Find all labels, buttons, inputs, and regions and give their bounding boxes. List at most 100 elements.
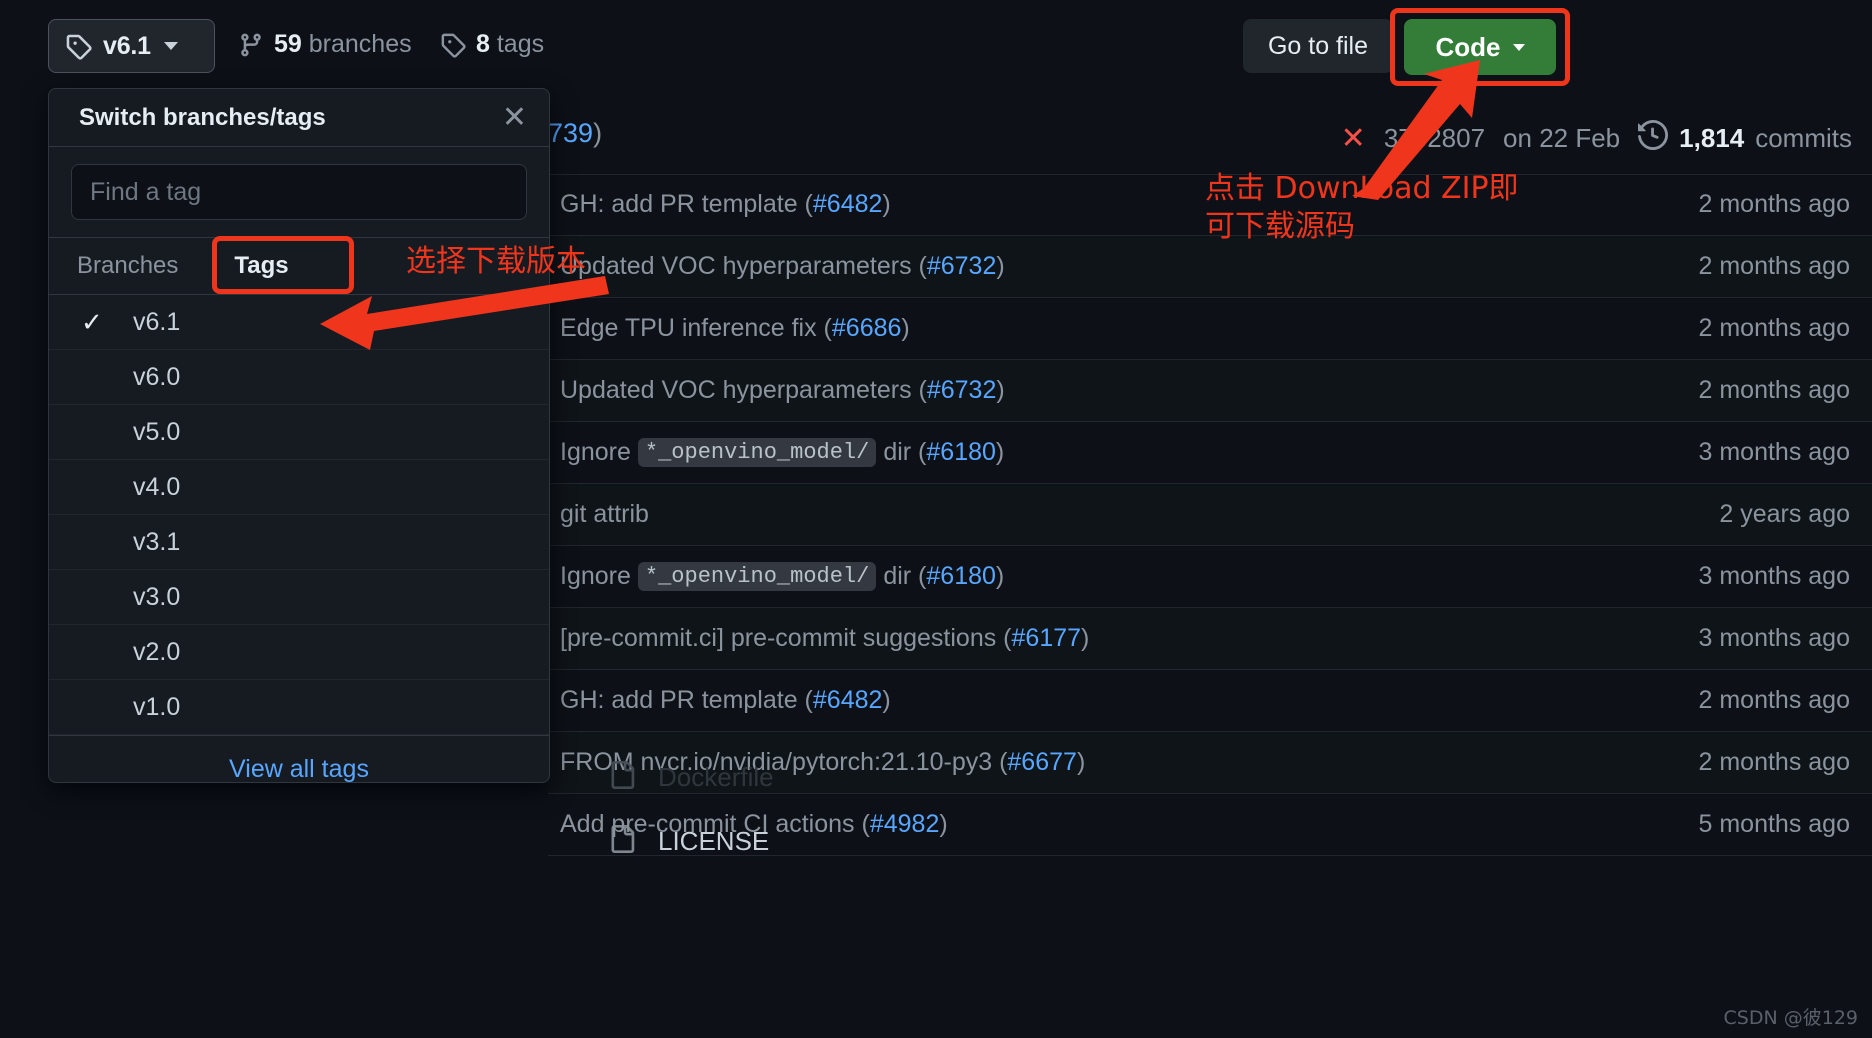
table-row[interactable]: Edge TPU inference fix (#6686) 2 months a… [548, 298, 1872, 360]
pr-link[interactable]: #6732 [927, 252, 997, 281]
commit-message[interactable]: Ignore *_openvino_model/ dir (#6180) [560, 438, 1004, 467]
commit-message-paren: ) [995, 438, 1005, 466]
commit-message-text: GH: add PR template ( [560, 686, 813, 714]
file-icon [608, 824, 636, 858]
tag-list-item[interactable]: v6.0 [49, 350, 549, 405]
tags-count-value: 8 tags [476, 30, 545, 58]
check-icon: ✓ [81, 306, 103, 337]
commit-time: 3 months ago [1698, 624, 1851, 652]
latest-commit-bar: 739) ✕ 3752807 on 22 Feb 1,814 commits [548, 96, 1872, 175]
view-all-tags-link[interactable]: View all tags [49, 735, 549, 783]
table-row[interactable]: [pre-commit.ci] pre-commit suggestions (… [548, 608, 1872, 670]
tag-list-item[interactable]: v3.1 [49, 515, 549, 570]
branches-count-value: 59 branches [274, 30, 412, 58]
switch-branches-tags-popover: Switch branches/tags ✕ Branches Tags ✓v6… [48, 88, 550, 783]
pr-link[interactable]: #6177 [1012, 624, 1082, 653]
commit-message-text: Updated VOC hyperparameters ( [560, 376, 927, 404]
latest-commit-pr: 739 [548, 118, 594, 148]
table-row[interactable]: Updated VOC hyperparameters (#6732) 2 mon… [548, 360, 1872, 422]
file-row-license[interactable]: LICENSE [548, 810, 1872, 872]
tag-list-item[interactable]: v2.0 [49, 625, 549, 680]
commit-time: 2 months ago [1698, 190, 1851, 218]
commit-time: 2 months ago [1698, 314, 1851, 342]
tag-name: v6.0 [133, 362, 181, 391]
view-all-tags-label: View all tags [229, 754, 369, 783]
commit-message-paren: ) [1081, 624, 1090, 652]
commit-time: 2 months ago [1698, 376, 1851, 404]
tag-icon [65, 33, 92, 60]
repo-toolbar: v6.1 59 branches 8 tags Go to file Code [0, 0, 1872, 96]
annotation-line-2: 可下载源码 [1205, 209, 1355, 245]
file-row-dockerfile[interactable]: Dockerfile [548, 746, 1872, 808]
commit-message-text: GH: add PR template ( [560, 190, 813, 218]
github-repo-screenshot: v6.1 59 branches 8 tags Go to file Code … [0, 0, 1872, 1038]
tag-name: v5.0 [133, 417, 181, 446]
table-row[interactable]: git attrib 2 years ago [548, 484, 1872, 546]
tag-list: ✓ v6.1 v6.0 v5.0 v4.0 v3.1 v3.0 v2.0 v1.0 [49, 295, 549, 735]
tag-name: v2.0 [133, 637, 181, 666]
pr-link[interactable]: #6180 [926, 562, 996, 591]
commit-message[interactable]: GH: add PR template (#6482) [560, 686, 891, 715]
file-name: Dockerfile [658, 761, 774, 792]
commit-message-paren: ) [901, 314, 910, 342]
tag-list-item[interactable]: v5.0 [49, 405, 549, 460]
file-icon [608, 760, 636, 794]
table-row[interactable]: GH: add PR template (#6482) 2 months ago [548, 670, 1872, 732]
inline-code-chip: *_openvino_model/ [637, 438, 877, 467]
annotation-arrow-to-tags [320, 276, 609, 350]
tag-name: v3.1 [133, 527, 181, 556]
chevron-down-icon [163, 42, 178, 50]
commit-time: 2 months ago [1698, 686, 1851, 714]
commit-message[interactable]: Updated VOC hyperparameters (#6732) [560, 376, 1005, 405]
pr-link[interactable]: #6686 [832, 314, 902, 343]
commit-message-text: [pre-commit.ci] pre-commit suggestions ( [560, 624, 1012, 652]
tag-search-input[interactable] [71, 164, 527, 220]
watermark: CSDN @彼129 [1723, 1007, 1858, 1029]
pr-link[interactable]: #6732 [927, 376, 997, 405]
tag-list-item[interactable]: v3.0 [49, 570, 549, 625]
commit-message-text: Ignore [560, 438, 631, 466]
commit-date: on 22 Feb [1503, 123, 1621, 153]
file-name: LICENSE [658, 825, 770, 856]
tag-list-item[interactable]: v1.0 [49, 680, 549, 735]
popover-title: Switch branches/tags [79, 103, 326, 131]
commit-message[interactable]: Ignore *_openvino_model/ dir (#6180) [560, 562, 1004, 591]
tags-count[interactable]: 8 tags [440, 30, 544, 59]
commit-message[interactable]: GH: add PR template (#6482) [560, 190, 891, 219]
latest-commit-paren: ) [593, 118, 603, 148]
commit-message-text-2: dir ( [883, 438, 927, 466]
commit-message-paren: ) [996, 252, 1005, 280]
commit-message-text: git attrib [560, 500, 649, 528]
inline-code-chip: *_openvino_model/ [637, 562, 877, 591]
commit-message-paren: ) [995, 562, 1005, 590]
go-to-file-label: Go to file [1267, 31, 1369, 60]
tag-list-item[interactable]: v4.0 [49, 460, 549, 515]
popover-header: Switch branches/tags ✕ [49, 89, 549, 147]
commit-message[interactable]: git attrib [560, 500, 649, 529]
tag-name: v3.0 [133, 582, 181, 611]
tag-name: v6.1 [133, 307, 181, 336]
latest-commit-message[interactable]: 739) [548, 118, 602, 149]
tag-icon [440, 32, 466, 58]
commits-count[interactable]: 1,814 commits [1638, 119, 1852, 157]
pr-link[interactable]: #6482 [813, 686, 883, 715]
commit-message-paren: ) [882, 190, 891, 218]
branches-count[interactable]: 59 branches [238, 30, 412, 59]
branch-tag-selector-button[interactable]: v6.1 [48, 19, 215, 73]
pr-link[interactable]: #6180 [926, 438, 996, 467]
commit-message-text: Updated VOC hyperparameters ( [560, 252, 927, 280]
table-row[interactable]: Ignore *_openvino_model/ dir (#6180) 3 mo… [548, 546, 1872, 608]
annotation-arrow-to-code-button [1352, 60, 1480, 200]
history-icon [1638, 119, 1669, 157]
commit-message-text: Ignore [560, 562, 631, 590]
tab-branches[interactable]: Branches [49, 238, 206, 294]
commit-message-paren: ) [882, 686, 891, 714]
commit-message[interactable]: Edge TPU inference fix (#6686) [560, 314, 910, 343]
branch-icon [238, 32, 264, 58]
pr-link[interactable]: #6482 [813, 190, 883, 219]
commit-message[interactable]: [pre-commit.ci] pre-commit suggestions (… [560, 624, 1089, 653]
close-icon[interactable]: ✕ [502, 102, 527, 133]
commit-time: 3 months ago [1698, 562, 1851, 590]
table-row[interactable]: Ignore *_openvino_model/ dir (#6180) 3 mo… [548, 422, 1872, 484]
commit-message[interactable]: Updated VOC hyperparameters (#6732) [560, 252, 1005, 281]
